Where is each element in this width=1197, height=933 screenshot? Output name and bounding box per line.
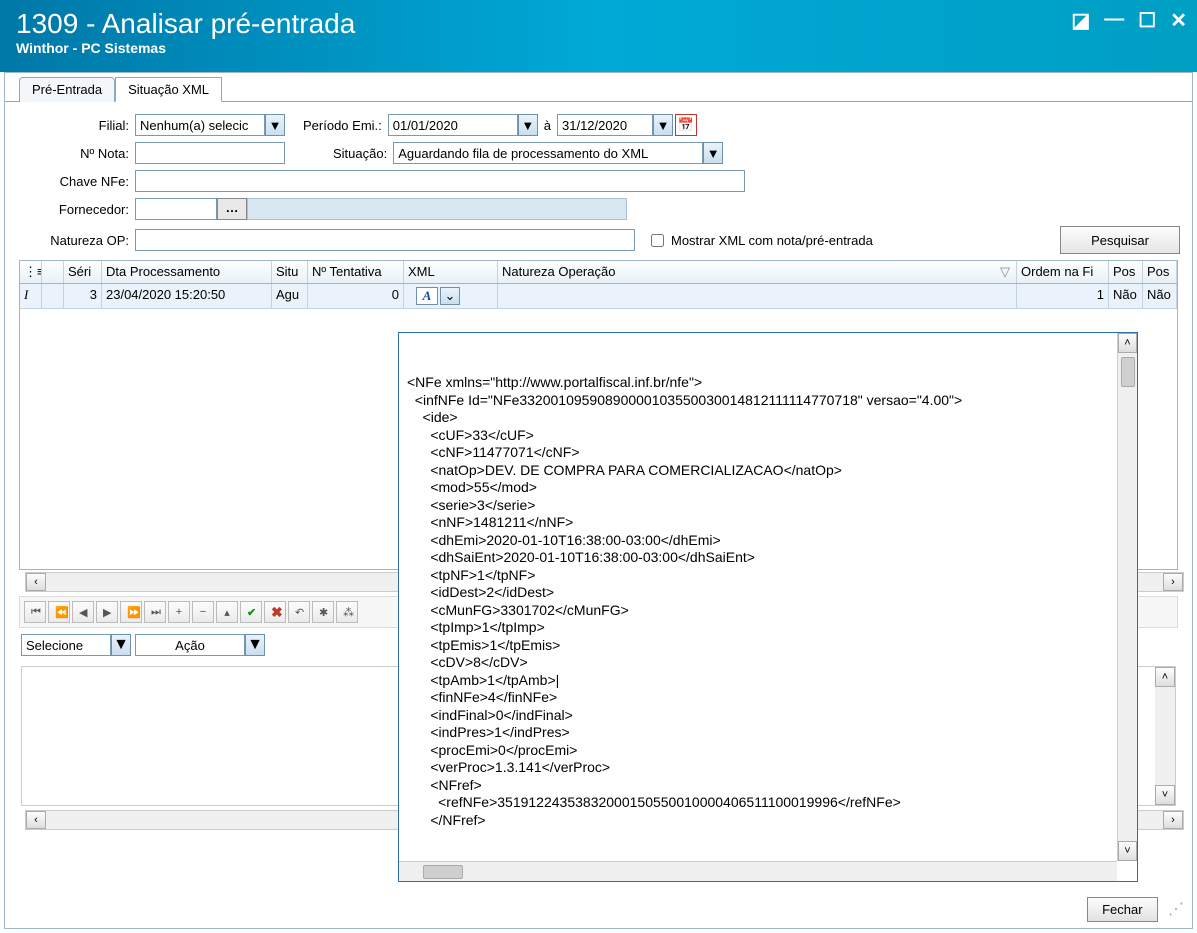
hscroll2-right-icon[interactable]: ›: [1163, 811, 1183, 829]
xml-viewer-popup: <NFe xmlns="http://www.portalfiscal.inf.…: [398, 332, 1138, 882]
resize-grip-icon[interactable]: ⋰: [1168, 901, 1184, 918]
mostrar-xml-label: Mostrar XML com nota/pré-entrada: [671, 233, 873, 248]
col-sit[interactable]: Situ: [272, 261, 308, 283]
minimize-icon[interactable]: —: [1104, 8, 1124, 33]
nota-label: Nº Nota:: [17, 146, 129, 161]
nav-confirm-button[interactable]: ✔: [240, 601, 262, 623]
situacao-dropdown-icon[interactable]: ▼: [703, 142, 723, 164]
nav-last-button[interactable]: ⏭: [144, 601, 166, 623]
filial-field[interactable]: [135, 114, 265, 136]
window-title: 1309 - Analisar pré-entrada: [16, 8, 1181, 40]
detail-scrollbar[interactable]: ˄ ˅: [1155, 667, 1175, 805]
xml-scroll-down-icon[interactable]: ˅: [1118, 841, 1137, 861]
natureza-label: Natureza OP:: [17, 233, 129, 248]
hscroll2-left-icon[interactable]: ‹: [26, 811, 46, 829]
tab-situacao-xml[interactable]: Situação XML: [115, 77, 222, 102]
window-help-icon[interactable]: ◪: [1071, 8, 1090, 33]
window-subtitle: Winthor - PC Sistemas: [16, 40, 1181, 56]
hscroll-left-icon[interactable]: ‹: [26, 573, 46, 591]
fornecedor-code-field[interactable]: [135, 198, 217, 220]
nav-cancel-button[interactable]: ✖: [264, 601, 286, 623]
nav-filter-button[interactable]: ⁂: [336, 601, 358, 623]
nav-prev-button[interactable]: ◀: [72, 601, 94, 623]
col-ordem[interactable]: Ordem na Fi: [1017, 261, 1109, 283]
nav-bookmark-button[interactable]: ✱: [312, 601, 334, 623]
xml-vscrollbar[interactable]: ˄ ˅: [1117, 333, 1137, 861]
close-icon[interactable]: ✕: [1170, 8, 1187, 33]
periodo-start-field[interactable]: [388, 114, 518, 136]
col-pos2[interactable]: Pos: [1143, 261, 1177, 283]
table-row[interactable]: I 3 23/04/2020 15:20:50 Agu 0 A ⌄ 1 Não …: [20, 284, 1177, 309]
col-xml[interactable]: XML: [404, 261, 498, 283]
periodo-separator: à: [544, 118, 551, 133]
natureza-field[interactable]: [135, 229, 635, 251]
periodo-end-dropdown-icon[interactable]: ▼: [653, 114, 673, 136]
acao-dropdown-icon[interactable]: ▼: [245, 634, 265, 656]
tab-pre-entrada[interactable]: Pré-Entrada: [19, 77, 115, 102]
xml-vscroll-thumb[interactable]: [1121, 357, 1135, 387]
filial-label: Filial:: [17, 118, 129, 133]
col-dta[interactable]: Dta Processamento: [102, 261, 272, 283]
nav-first-button[interactable]: ⏮: [24, 601, 46, 623]
col-natureza[interactable]: Natureza Operação ▽: [498, 261, 1017, 283]
col-pos1[interactable]: Pos: [1109, 261, 1143, 283]
col-blank[interactable]: [42, 261, 64, 283]
xml-hscroll-thumb[interactable]: [423, 865, 463, 879]
mostrar-xml-checkbox[interactable]: [651, 234, 664, 247]
nota-field[interactable]: [135, 142, 285, 164]
acao-combo[interactable]: [135, 634, 245, 656]
col-serie[interactable]: Séri: [64, 261, 102, 283]
periodo-end-field[interactable]: [557, 114, 653, 136]
sort-icon[interactable]: ▽: [1000, 264, 1010, 280]
pesquisar-button[interactable]: Pesquisar: [1060, 226, 1180, 254]
calendar-icon[interactable]: 📅: [675, 114, 697, 136]
grid-header: ⋮≡ Séri Dta Processamento Situ Nº Tentat…: [20, 261, 1177, 284]
nav-edit-button[interactable]: ▴: [216, 601, 238, 623]
xml-hscrollbar[interactable]: ‹ ›: [399, 861, 1117, 881]
chave-label: Chave NFe:: [17, 174, 129, 189]
maximize-icon[interactable]: ☐: [1138, 8, 1156, 33]
fornecedor-name-display: [247, 198, 627, 220]
col-tentativa[interactable]: Nº Tentativa: [308, 261, 404, 283]
fornecedor-label: Fornecedor:: [17, 202, 129, 217]
periodo-start-dropdown-icon[interactable]: ▼: [518, 114, 538, 136]
selecione-combo[interactable]: [21, 634, 111, 656]
title-bar: 1309 - Analisar pré-entrada Winthor - PC…: [0, 0, 1197, 72]
nav-add-button[interactable]: +: [168, 601, 190, 623]
periodo-label: Período Emi.:: [303, 118, 382, 133]
nav-next-button[interactable]: ▶: [96, 601, 118, 623]
col-indicator[interactable]: ⋮≡: [20, 261, 42, 283]
xml-cell[interactable]: A ⌄: [404, 284, 498, 308]
text-icon: A: [416, 287, 438, 305]
scroll-up-icon[interactable]: ˄: [1155, 667, 1175, 687]
nav-remove-button[interactable]: −: [192, 601, 214, 623]
xml-dropdown-icon[interactable]: ⌄: [440, 287, 460, 305]
fornecedor-lookup-button[interactable]: …: [217, 198, 247, 220]
xml-content[interactable]: <NFe xmlns="http://www.portalfiscal.inf.…: [407, 374, 1107, 882]
scroll-down-icon[interactable]: ˅: [1155, 785, 1175, 805]
nav-next-page-button[interactable]: ⏩: [120, 601, 142, 623]
situacao-label: Situação:: [333, 146, 387, 161]
nav-prev-page-button[interactable]: ⏪: [48, 601, 70, 623]
fechar-button[interactable]: Fechar: [1087, 897, 1157, 922]
selecione-dropdown-icon[interactable]: ▼: [111, 634, 131, 656]
chave-field[interactable]: [135, 170, 745, 192]
nav-refresh-button[interactable]: ↶: [288, 601, 310, 623]
filial-dropdown-icon[interactable]: ▼: [265, 114, 285, 136]
hscroll-right-icon[interactable]: ›: [1163, 573, 1183, 591]
situacao-field[interactable]: [393, 142, 703, 164]
xml-scroll-up-icon[interactable]: ˄: [1118, 333, 1137, 353]
